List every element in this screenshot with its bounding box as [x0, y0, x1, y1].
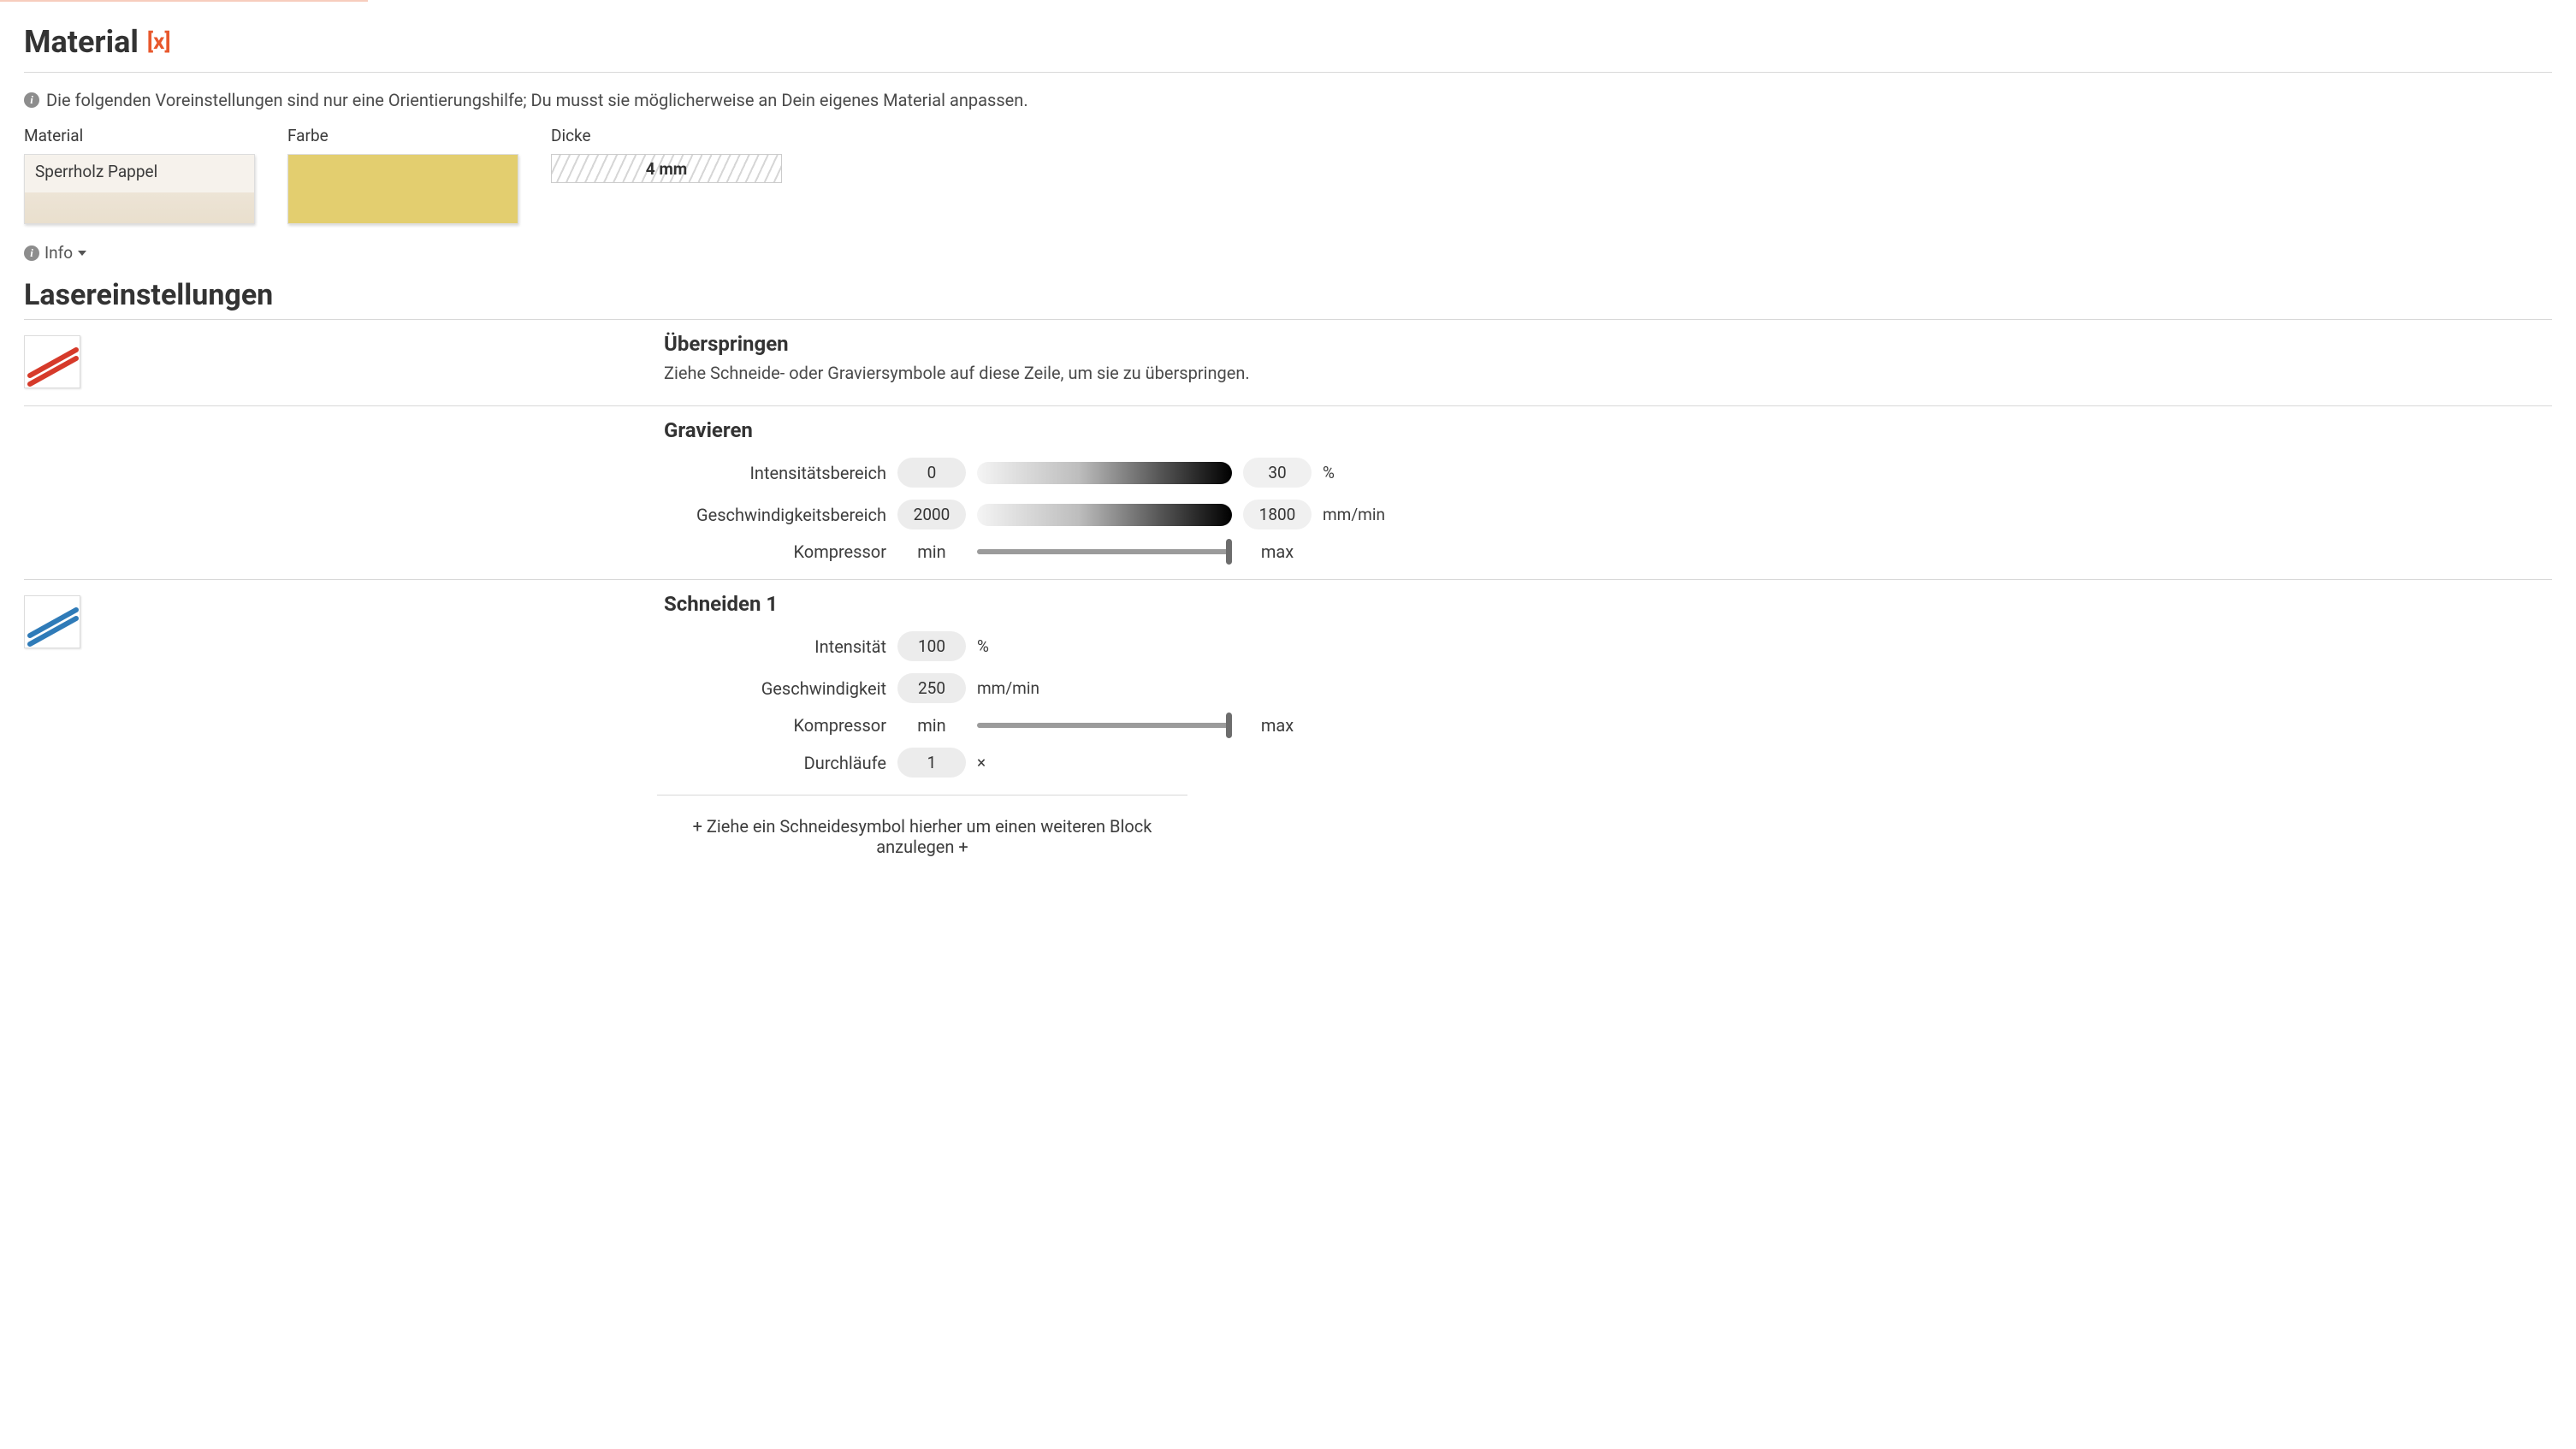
- engrave-compressor-max: max: [1239, 541, 1316, 562]
- engrave-speed-to[interactable]: 1800: [1243, 500, 1312, 529]
- info-toggle[interactable]: i Info: [24, 243, 86, 263]
- material-selectors: Material Sperrholz Pappel Farbe Dicke 4 …: [24, 126, 2552, 224]
- cut1-passes-value[interactable]: 1: [897, 748, 966, 778]
- material-panel: Material [x] i Die folgenden Voreinstell…: [0, 9, 2576, 902]
- top-accent-bar: [0, 0, 368, 9]
- cut1-passes-unit: ×: [977, 753, 1080, 772]
- engrave-intensity-unit: %: [1323, 463, 1400, 482]
- cut1-compressor-min: min: [893, 715, 970, 736]
- chevron-down-icon: [78, 251, 86, 256]
- hint-row: i Die folgenden Voreinstellungen sind nu…: [24, 85, 2552, 126]
- info-icon: i: [24, 92, 39, 108]
- engrave-compressor-min: min: [893, 541, 970, 562]
- material-title-row: Material [x]: [24, 9, 2552, 68]
- info-icon: i: [24, 245, 39, 261]
- skip-heading: Überspringen: [664, 332, 2552, 356]
- engrave-intensity-from[interactable]: 0: [897, 458, 966, 488]
- material-label: Material: [24, 126, 255, 145]
- slider-thumb[interactable]: [1226, 539, 1232, 565]
- divider: [24, 72, 2552, 73]
- laser-row-skip: Überspringen Ziehe Schneide- oder Gravie…: [24, 319, 2552, 405]
- cut1-intensity-unit: %: [977, 636, 1080, 656]
- cut1-speed-value[interactable]: 250: [897, 673, 966, 703]
- cut1-heading: Schneiden 1: [664, 592, 2552, 616]
- engrave-speed-from[interactable]: 2000: [897, 500, 966, 529]
- thickness-swatch[interactable]: 4 mm: [551, 154, 782, 183]
- engrave-compressor-label: Kompressor: [664, 541, 886, 562]
- engrave-speed-label: Geschwindigkeitsbereich: [664, 505, 886, 525]
- material-title: Material: [24, 24, 139, 60]
- thickness-value: 4 mm: [646, 159, 688, 179]
- cut1-compressor-label: Kompressor: [664, 715, 886, 736]
- laser-row-engrave: Gravieren Intensitätsbereich 0 30 % Gesc…: [24, 405, 2552, 579]
- engrave-intensity-gradient[interactable]: [977, 462, 1232, 484]
- cut1-intensity-value[interactable]: 100: [897, 631, 966, 661]
- color-swatch[interactable]: [287, 154, 518, 224]
- material-name: Sperrholz Pappel: [35, 162, 157, 181]
- cut1-speed-unit: mm/min: [977, 678, 1080, 698]
- cut1-compressor-max: max: [1239, 715, 1316, 736]
- engrave-heading: Gravieren: [664, 418, 2552, 442]
- slider-thumb[interactable]: [1226, 713, 1232, 738]
- add-cut-dropzone[interactable]: + Ziehe ein Schneidesymbol hierher um ei…: [657, 795, 1187, 878]
- cut-icon[interactable]: [24, 595, 80, 648]
- cut1-compressor-slider[interactable]: [977, 723, 1232, 728]
- info-toggle-label: Info: [44, 243, 73, 263]
- skip-desc: Ziehe Schneide- oder Graviersymbole auf …: [664, 363, 2552, 383]
- hint-text: Die folgenden Voreinstellungen sind nur …: [46, 90, 1028, 110]
- cut1-speed-label: Geschwindigkeit: [664, 678, 886, 699]
- engrave-intensity-label: Intensitätsbereich: [664, 463, 886, 483]
- engrave-intensity-to[interactable]: 30: [1243, 458, 1312, 488]
- color-label: Farbe: [287, 126, 518, 145]
- engrave-speed-unit: mm/min: [1323, 505, 1400, 524]
- engrave-speed-gradient[interactable]: [977, 504, 1232, 526]
- cut1-intensity-label: Intensität: [664, 636, 886, 657]
- engrave-compressor-slider[interactable]: [977, 549, 1232, 554]
- laser-row-cut-1: Schneiden 1 Intensität 100 % Geschwindig…: [24, 579, 2552, 795]
- laser-section-title: Lasereinstellungen: [24, 278, 2552, 312]
- material-swatch[interactable]: Sperrholz Pappel: [24, 154, 255, 224]
- thickness-label: Dicke: [551, 126, 782, 145]
- clear-material-button[interactable]: [x]: [147, 29, 171, 55]
- skip-drop-icon[interactable]: [24, 335, 80, 388]
- cut1-passes-label: Durchläufe: [664, 753, 886, 773]
- add-cut-hint: + Ziehe ein Schneidesymbol hierher um ei…: [693, 816, 1152, 857]
